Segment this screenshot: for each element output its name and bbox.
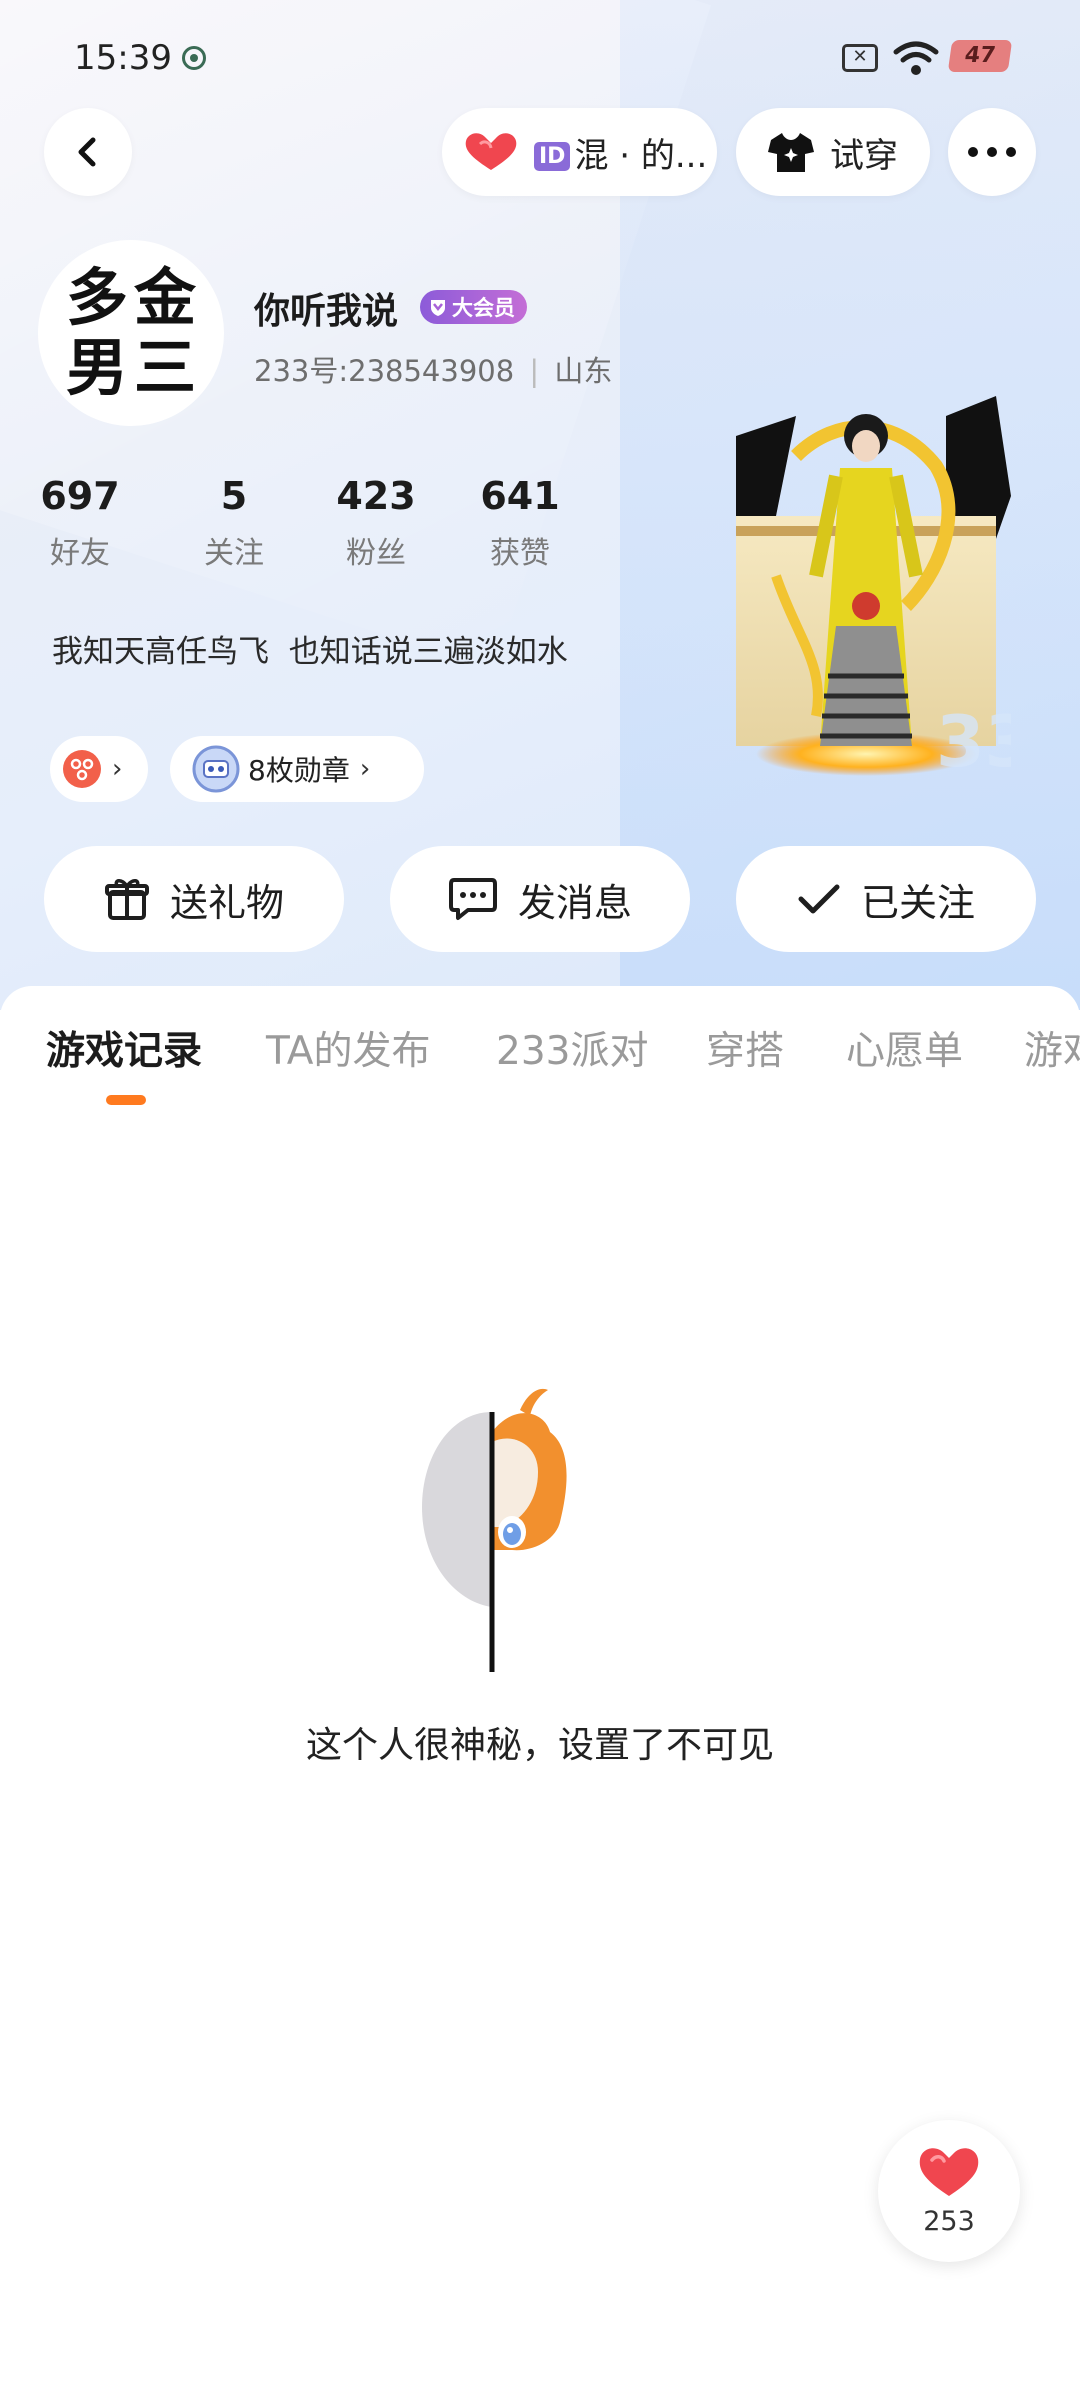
send-message-button[interactable]: 发消息 [390,846,690,952]
send-message-label: 发消息 [517,880,632,925]
user-id: 233号:238543908 [254,354,515,388]
tab-games[interactable]: 游戏 [1024,1020,1080,1076]
chevron-left-icon [78,137,96,167]
gem-icon [431,300,445,316]
badges-label: 8枚勋章 [248,754,350,787]
tab-active-indicator [106,1095,146,1105]
nickname: 你听我说 [254,291,399,332]
stat-friends[interactable]: 697 好友 [10,474,150,572]
tab-posts[interactable]: TA的发布 [266,1020,430,1076]
group-button[interactable]: ID 混 · 的... [442,108,717,196]
community-chip[interactable]: › [50,736,148,802]
no-sim-icon: ✕ [842,44,878,72]
send-gift-button[interactable]: 送礼物 [44,846,344,952]
followed-label: 已关注 [860,880,975,925]
stat-value: 423 [336,474,416,518]
avatar-char: 三 [133,331,196,404]
tab-game-records[interactable]: 游戏记录 [46,1020,202,1076]
like-button[interactable]: 253 [878,2120,1020,2262]
sim-icon [182,46,206,70]
avatar-char: 金 [133,261,196,334]
checkmark-icon [798,884,840,914]
chevron-right-icon: › [359,754,371,784]
peeking-character-illustration [422,1388,567,1672]
character-figure-image[interactable]: 33 [736,376,1011,786]
region: 山东 [554,354,613,388]
stat-label: 关注 [204,536,264,571]
stat-value: 5 [220,474,248,518]
avatar-char: 多 [65,261,128,334]
followed-button[interactable]: 已关注 [736,846,1036,952]
status-bar: 15:39 ✕ 47 [0,0,1080,118]
avatar-char: 男 [65,331,128,404]
try-on-button[interactable]: 试穿 [736,108,930,196]
vip-badge[interactable]: 大会员 [420,290,527,324]
status-time: 15:39 [74,38,172,78]
stat-following[interactable]: 5 关注 [164,474,304,572]
try-on-label: 试穿 [830,135,898,176]
vip-label: 大会员 [452,296,515,320]
stat-likes[interactable]: 641 获赞 [450,474,590,572]
tshirt-icon [768,133,814,172]
stat-value: 641 [480,474,560,518]
more-dots-icon [968,147,1016,157]
stat-value: 697 [40,474,120,518]
chevron-right-icon: › [112,754,123,784]
community-icon [63,750,101,788]
stat-fans[interactable]: 423 粉丝 [306,474,446,572]
group-label: 混 · 的... [574,135,708,176]
stat-label: 好友 [50,536,110,571]
stat-label: 获赞 [490,536,550,571]
badges-chip[interactable]: 8枚勋章 › [170,736,424,802]
bio-text: 我知天高任鸟飞 也知话说三遍淡如水 [52,634,568,670]
avatar[interactable]: 多 金 男 三 [38,240,224,426]
tab-outfits[interactable]: 穿搭 [706,1020,784,1076]
like-count: 253 [923,2206,975,2237]
empty-state-message: 这个人很神秘，设置了不可见 [305,1725,774,1766]
user-id-line: 233号:238543908 | 山东 [254,348,612,390]
message-icon [448,878,497,920]
svg-text:33: 33 [936,701,1011,783]
divider: | [529,354,540,388]
more-button[interactable] [948,108,1036,196]
tab-party[interactable]: 233派对 [496,1020,648,1076]
battery-icon: 47 [947,40,1013,72]
back-button[interactable] [44,108,132,196]
send-gift-label: 送礼物 [169,880,284,925]
id-tag: ID [534,141,571,171]
badge-medal-icon [192,745,240,793]
heart-icon [465,133,517,170]
tab-wishlist[interactable]: 心愿单 [846,1020,963,1076]
gift-icon [104,879,149,920]
wifi-icon [893,41,939,75]
stat-label: 粉丝 [346,536,406,571]
heart-icon [919,2148,979,2196]
tab-bar: 游戏记录 TA的发布 233派对 穿搭 心愿单 游戏 [0,1020,1080,1100]
